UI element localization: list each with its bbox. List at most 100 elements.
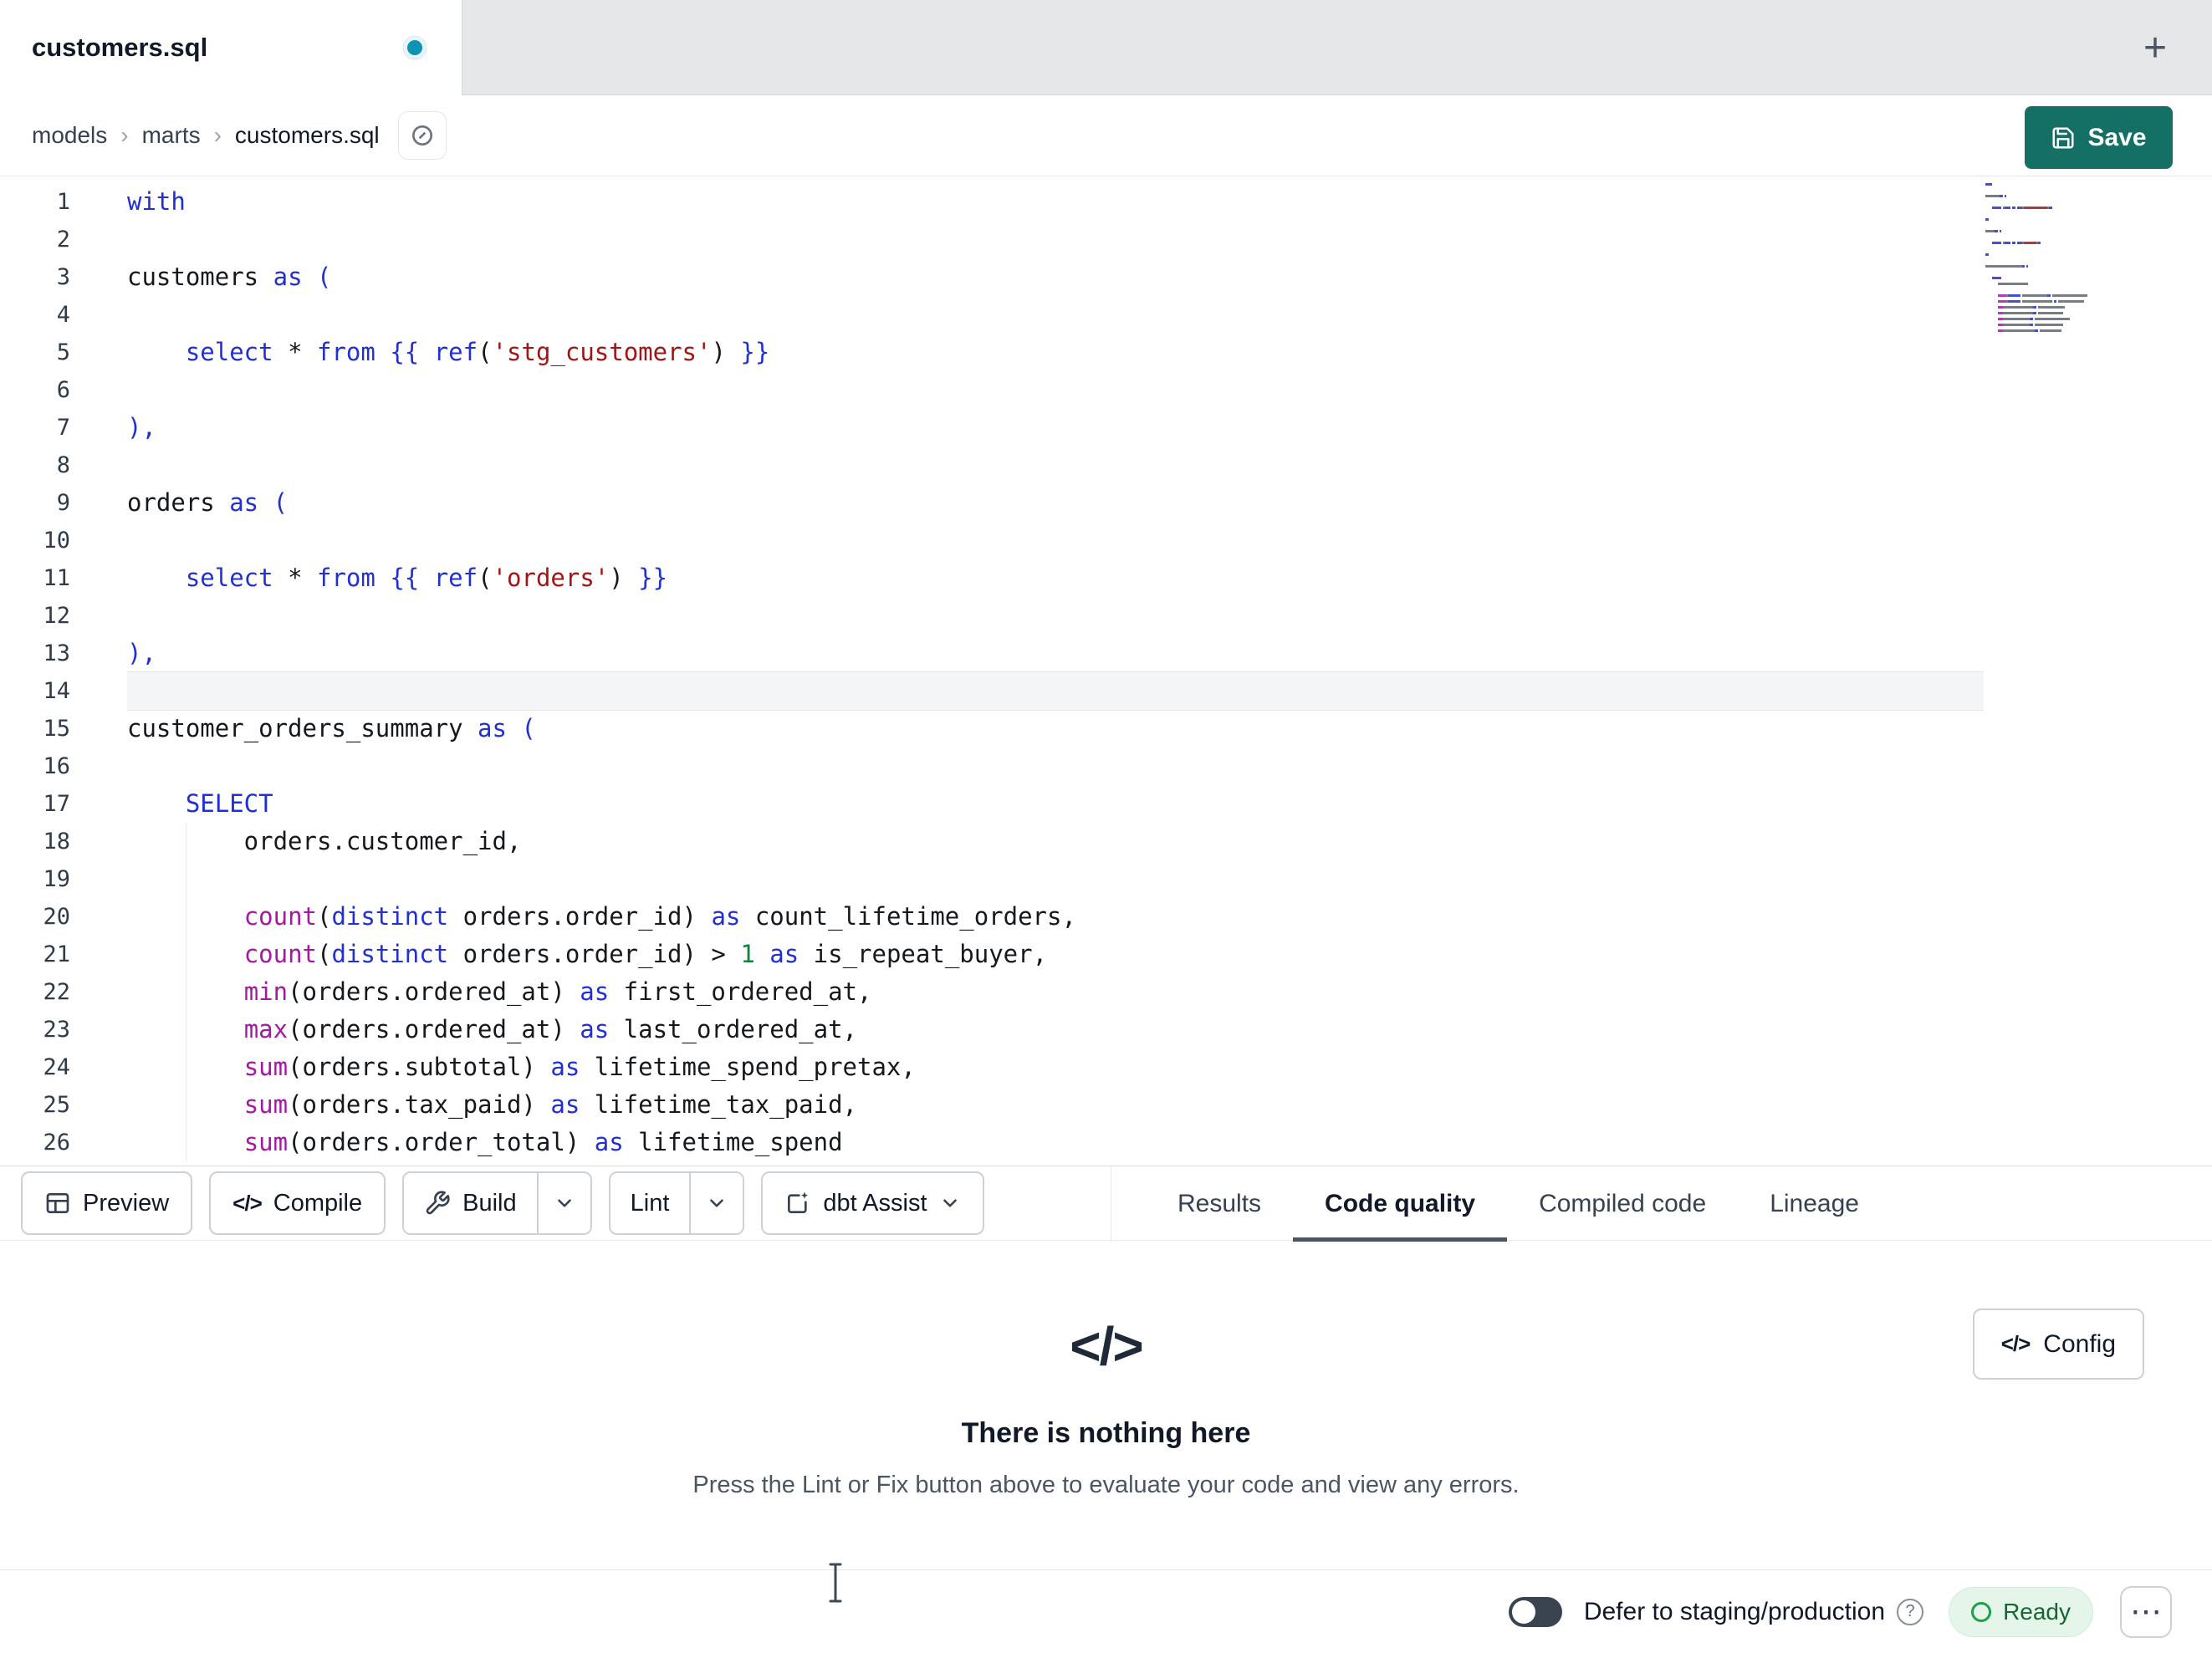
code-line-24[interactable]: sum(orders.subtotal) as lifetime_spend_p… [127, 1048, 1984, 1086]
file-tab-title: customers.sql [32, 33, 208, 62]
minimap-line [1985, 181, 2112, 187]
new-tab-button[interactable]: + [2122, 0, 2189, 95]
minimap-line [1985, 228, 2112, 234]
code-line-2[interactable] [127, 221, 1984, 258]
minimap-line [1985, 287, 2112, 293]
results-tab-strip: Results Code quality Compiled code Lineage [1146, 1166, 1891, 1242]
code-line-26[interactable]: sum(orders.order_total) as lifetime_spen… [127, 1124, 1984, 1161]
code-line-12[interactable] [127, 597, 1984, 635]
line-number: 17 [43, 791, 70, 817]
line-number: 4 [56, 302, 70, 328]
breadcrumb-item-customers-sql[interactable]: customers.sql [235, 122, 380, 149]
minimap[interactable] [1985, 181, 2112, 334]
minimap-line [1985, 310, 2112, 316]
lint-label: Lint [630, 1189, 670, 1217]
file-tab-customers-sql[interactable]: customers.sql [0, 0, 462, 95]
minimap-line [1985, 246, 2112, 252]
code-line-23[interactable]: max(orders.ordered_at) as last_ordered_a… [127, 1011, 1984, 1048]
line-number: 19 [43, 866, 70, 892]
minimap-line [1985, 298, 2112, 304]
lint-dropdown-button[interactable] [689, 1173, 743, 1233]
code-line-20[interactable]: count(distinct orders.order_id) as count… [127, 898, 1984, 936]
ready-circle-icon [1971, 1601, 1992, 1622]
code-quality-panel: </> There is nothing here Press the Lint… [0, 1242, 2212, 1569]
defer-toggle[interactable] [1508, 1596, 1562, 1627]
tab-compiled-code[interactable]: Compiled code [1507, 1166, 1738, 1242]
tab-results[interactable]: Results [1146, 1166, 1293, 1242]
breadcrumb-bar: models › marts › customers.sql Save [0, 95, 2212, 176]
compile-button[interactable]: </> Compile [209, 1171, 386, 1235]
build-dropdown-button[interactable] [536, 1173, 590, 1233]
code-line-22[interactable]: min(orders.ordered_at) as first_ordered_… [127, 973, 1984, 1011]
minimap-line [1985, 328, 2112, 334]
code-line-3[interactable]: customers as ( [127, 258, 1984, 296]
minimap-line [1985, 252, 2112, 258]
code-line-9[interactable]: orders as ( [127, 484, 1984, 522]
config-label: Config [2043, 1329, 2116, 1358]
text-cursor-icon [829, 1563, 842, 1603]
code-line-21[interactable]: count(distinct orders.order_id) > 1 as i… [127, 936, 1984, 973]
code-line-13[interactable]: ), [127, 635, 1984, 672]
config-button[interactable]: </> Config [1972, 1309, 2144, 1380]
line-number: 18 [43, 829, 70, 855]
line-number-gutter: 1 2 3 4 5 6 7 8 9 10 11 12 13 14 15 16 17 18 19 20 21 22 23 24 2… [0, 183, 70, 1161]
line-number: 25 [43, 1092, 70, 1118]
build-label: Build [462, 1189, 517, 1217]
code-line-14[interactable] [127, 672, 1984, 710]
code-line-8[interactable] [127, 446, 1984, 484]
code-text-area[interactable]: with customers as ( select * from {{ ref… [127, 183, 1984, 1161]
tab-code-quality[interactable]: Code quality [1293, 1166, 1507, 1242]
line-number: 16 [43, 753, 70, 779]
save-button[interactable]: Save [2025, 106, 2173, 169]
file-options-button[interactable] [397, 111, 447, 160]
code-line-25[interactable]: sum(orders.tax_paid) as lifetime_tax_pai… [127, 1086, 1984, 1124]
build-button[interactable]: Build [404, 1173, 537, 1233]
line-number: 20 [43, 904, 70, 930]
line-number: 15 [43, 716, 70, 742]
line-number: 8 [56, 452, 70, 478]
code-editor[interactable]: 1 2 3 4 5 6 7 8 9 10 11 12 13 14 15 16 17 18 19 20 21 22 23 24 2… [0, 176, 2212, 1166]
code-line-18[interactable]: orders.customer_id, [127, 823, 1984, 860]
empty-state: </> There is nothing here Press the Lint… [0, 1242, 2212, 1499]
code-line-4[interactable] [127, 296, 1984, 334]
line-number: 5 [56, 339, 70, 365]
breadcrumb-item-marts[interactable]: marts [142, 122, 201, 149]
breadcrumb-separator: › [120, 122, 129, 148]
line-number: 22 [43, 979, 70, 1005]
code-line-11[interactable]: select * from {{ ref('orders') }} [127, 559, 1984, 597]
tab-lineage[interactable]: Lineage [1738, 1166, 1891, 1242]
save-label: Save [2087, 123, 2147, 151]
minimap-line [1985, 316, 2112, 322]
code-line-19[interactable] [127, 860, 1984, 898]
ready-label: Ready [2003, 1598, 2071, 1625]
ready-status-badge[interactable]: Ready [1949, 1586, 2093, 1637]
line-number: 26 [43, 1130, 70, 1156]
code-line-15[interactable]: customer_orders_summary as ( [127, 710, 1984, 747]
minimap-line [1985, 205, 2112, 211]
code-line-6[interactable] [127, 371, 1984, 409]
line-number: 11 [43, 565, 70, 591]
code-line-7[interactable]: ), [127, 409, 1984, 446]
breadcrumb-item-models[interactable]: models [32, 122, 107, 149]
code-icon: </> [232, 1190, 263, 1216]
toggle-knob [1511, 1599, 1535, 1624]
dbt-assist-button[interactable]: dbt Assist [761, 1171, 984, 1235]
save-disk-icon [2052, 127, 2074, 148]
minimap-line [1985, 293, 2112, 298]
code-line-5[interactable]: select * from {{ ref('stg_customers') }} [127, 334, 1984, 371]
help-icon[interactable]: ? [1897, 1598, 1924, 1625]
breadcrumb: models › marts › customers.sql [32, 122, 380, 149]
assist-sparkle-icon [788, 1191, 809, 1213]
line-number: 2 [56, 227, 70, 253]
code-line-17[interactable]: SELECT [127, 785, 1984, 823]
lint-button[interactable]: Lint [610, 1173, 690, 1233]
preview-button[interactable]: Preview [21, 1171, 193, 1235]
code-line-10[interactable] [127, 522, 1984, 559]
code-line-1[interactable]: with [127, 183, 1984, 221]
line-number: 10 [43, 528, 70, 554]
minimap-line [1985, 269, 2112, 275]
overflow-menu-button[interactable]: ⋯ [2120, 1585, 2172, 1638]
code-line-16[interactable] [127, 747, 1984, 785]
minimap-line [1985, 240, 2112, 246]
line-number: 9 [56, 490, 70, 516]
